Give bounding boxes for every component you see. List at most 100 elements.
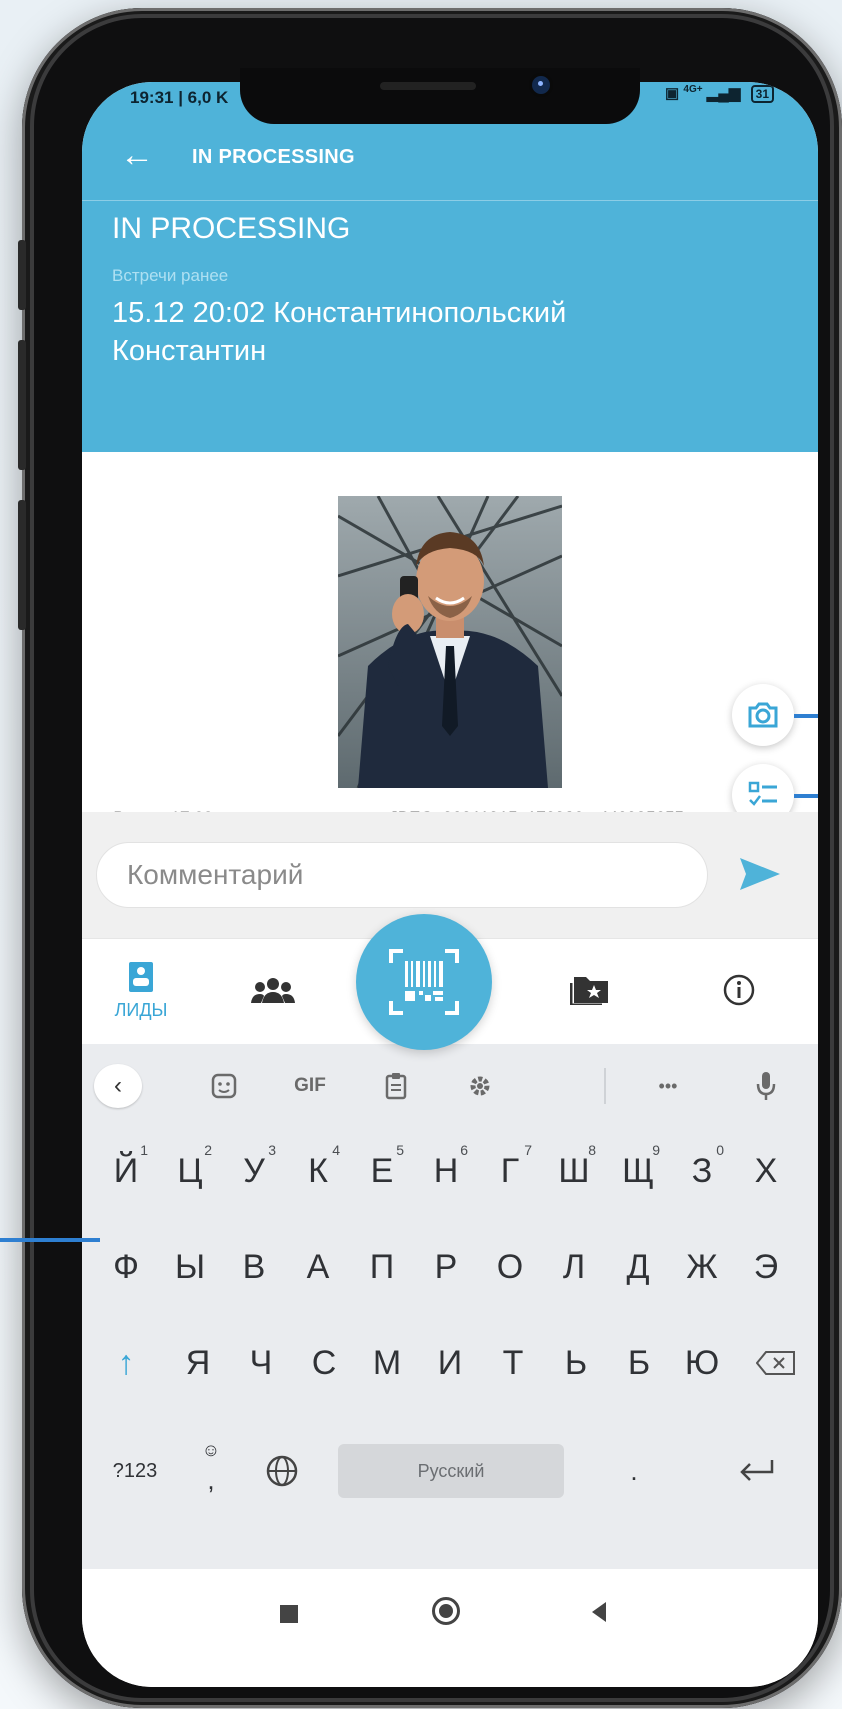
key-hint: 9 (652, 1142, 660, 1158)
home-button[interactable] (432, 1597, 460, 1625)
key-hint: 5 (396, 1142, 404, 1158)
mic-icon[interactable] (746, 1064, 786, 1108)
gear-icon[interactable] (456, 1064, 504, 1108)
meetings-label: Встречи ранее (112, 266, 229, 285)
key-2-row1[interactable]: Ц2 (160, 1136, 220, 1206)
battery-icon: 31 (750, 85, 774, 103)
key-label: Й (113, 1151, 139, 1190)
status-time: 19:31 | 6,0 K (130, 88, 229, 107)
emoji-comma-key[interactable]: ☺ , (186, 1436, 236, 1506)
key-row-2: ФЫВАПРОЛДЖЭ (82, 1232, 818, 1312)
speaker-grille (380, 82, 476, 90)
back-arrow-icon[interactable]: ← (120, 138, 154, 172)
key-hint: 8 (588, 1142, 596, 1158)
key-11-row2[interactable]: Э (736, 1232, 796, 1302)
key-label: Щ (622, 1151, 654, 1190)
backspace-icon (756, 1351, 795, 1375)
recents-button[interactable] (280, 1605, 298, 1623)
key-1-row3[interactable]: Я (168, 1328, 228, 1398)
key-10-row2[interactable]: Ж (672, 1232, 732, 1302)
key-label: У (243, 1151, 265, 1190)
key-8-row1[interactable]: Ш8 (544, 1136, 604, 1206)
sim-icon: ▣ (665, 85, 680, 102)
key-6-row3[interactable]: Т (483, 1328, 543, 1398)
scan-button[interactable] (356, 914, 492, 1050)
language-globe-key[interactable] (252, 1436, 312, 1506)
chevron-left-icon[interactable]: ‹ (94, 1064, 142, 1108)
key-3-row3[interactable]: С (294, 1328, 354, 1398)
space-key[interactable]: Русский (338, 1444, 564, 1498)
key-3-row1[interactable]: У3 (224, 1136, 284, 1206)
key-row-3: ↑ ЯЧСМИТЬБЮ (82, 1328, 818, 1408)
nav-info[interactable] (722, 973, 756, 1012)
sticker-icon[interactable] (200, 1064, 248, 1108)
backspace-key[interactable] (746, 1328, 806, 1398)
status-indicators: ▣ 4G+ ▂▄▆ 31 (665, 84, 774, 103)
key-1-row1[interactable]: Й1 (96, 1136, 156, 1206)
key-7-row2[interactable]: О (480, 1232, 540, 1302)
key-label: К (308, 1151, 328, 1190)
key-4-row3[interactable]: М (357, 1328, 417, 1398)
key-7-row1[interactable]: Г7 (480, 1136, 540, 1206)
nav-documents[interactable] (569, 973, 610, 1010)
enter-key[interactable] (722, 1436, 792, 1506)
period-key[interactable]: . (604, 1436, 664, 1506)
key-label: З (691, 1151, 713, 1190)
nav-contacts[interactable] (250, 977, 296, 1010)
businessman-photo-image (338, 496, 562, 788)
comment-input[interactable] (96, 842, 708, 908)
key-5-row3[interactable]: И (420, 1328, 480, 1398)
keyboard-callout-line (0, 1238, 100, 1242)
key-hint: 6 (460, 1142, 468, 1158)
nav-leads[interactable]: ЛИДЫ (106, 961, 176, 1021)
key-4-row2[interactable]: А (288, 1232, 348, 1302)
key-4-row1[interactable]: К4 (288, 1136, 348, 1206)
gif-button[interactable]: GIF (280, 1064, 340, 1108)
key-8-row2[interactable]: Л (544, 1232, 604, 1302)
checklist-icon (748, 781, 777, 806)
key-2-row2[interactable]: Ы (160, 1232, 220, 1302)
key-7-row3[interactable]: Ь (546, 1328, 606, 1398)
symbols-key[interactable]: ?123 (100, 1436, 170, 1506)
key-9-row3[interactable]: Ю (672, 1328, 732, 1398)
send-button[interactable] (738, 854, 782, 899)
key-hint: 7 (524, 1142, 532, 1158)
key-hint: 0 (716, 1142, 724, 1158)
attachment-photo[interactable] (338, 496, 562, 788)
key-hint: 1 (140, 1142, 148, 1158)
barcode-scan-icon (389, 949, 459, 1015)
signal-label: 4G+ (683, 84, 703, 95)
key-6-row2[interactable]: Р (416, 1232, 476, 1302)
key-2-row3[interactable]: Ч (231, 1328, 291, 1398)
stage-title: IN PROCESSING (112, 212, 351, 245)
key-3-row2[interactable]: В (224, 1232, 284, 1302)
system-navigation-bar (82, 1569, 818, 1687)
key-6-row1[interactable]: Н6 (416, 1136, 476, 1206)
app-screen: 19:31 | 6,0 K ▣ 4G+ ▂▄▆ 31 ← IN PROCESSI… (82, 82, 818, 1687)
key-1-row2[interactable]: Ф (96, 1232, 156, 1302)
key-9-row1[interactable]: Щ9 (608, 1136, 668, 1206)
key-10-row1[interactable]: З0 (672, 1136, 732, 1206)
key-8-row3[interactable]: Б (609, 1328, 669, 1398)
clipboard-icon[interactable] (372, 1064, 420, 1108)
key-5-row2[interactable]: П (352, 1232, 412, 1302)
lead-header: 19:31 | 6,0 K ▣ 4G+ ▂▄▆ 31 ← IN PROCESSI… (82, 82, 818, 452)
folder-star-icon (569, 977, 608, 1007)
key-label: Ш (558, 1151, 590, 1190)
key-label: Г (500, 1151, 520, 1190)
key-11-row1[interactable]: Х (736, 1136, 796, 1206)
signal-icon: ▂▄▆ (706, 85, 741, 102)
camera-icon (748, 702, 778, 728)
back-triangle-icon (592, 1602, 606, 1622)
meeting-entry[interactable]: 15.12 20:02 Константинопольский Констант… (112, 294, 712, 370)
back-button[interactable] (590, 1601, 608, 1623)
contacts-group-icon (251, 978, 295, 1003)
key-9-row2[interactable]: Д (608, 1232, 668, 1302)
shift-key[interactable]: ↑ (96, 1328, 156, 1398)
key-row-4: ?123 ☺ , Русский . (82, 1436, 818, 1506)
more-icon[interactable]: ••• (638, 1064, 698, 1108)
phone-side-button (18, 240, 26, 310)
send-icon (740, 858, 780, 890)
key-5-row1[interactable]: Е5 (352, 1136, 412, 1206)
camera-button[interactable] (732, 684, 794, 746)
